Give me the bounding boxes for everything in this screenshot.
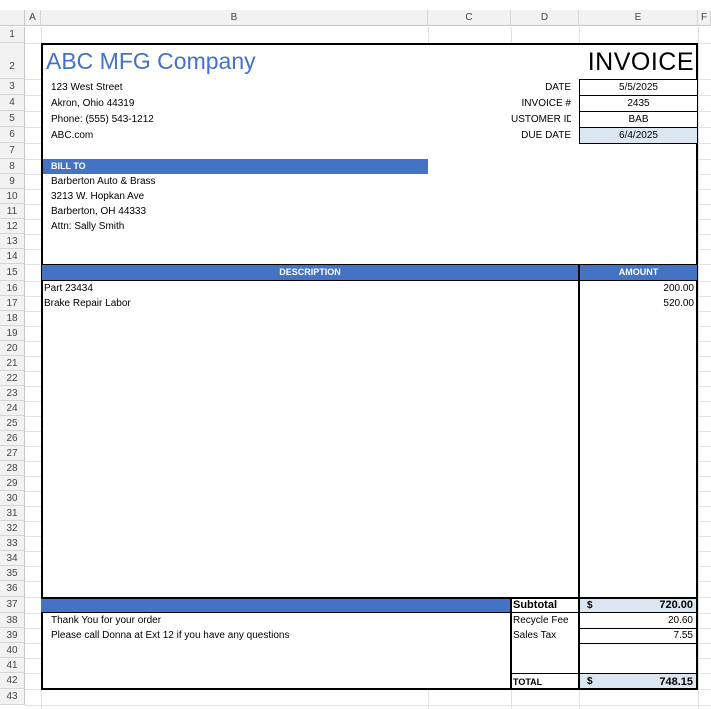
- row-header[interactable]: 17: [0, 296, 25, 311]
- row-header[interactable]: 40: [0, 643, 25, 658]
- row-header[interactable]: 30: [0, 491, 25, 506]
- item-description[interactable]: Part 23434: [44, 282, 93, 296]
- row-header[interactable]: 29: [0, 476, 25, 491]
- customer-id-value: BAB: [628, 114, 649, 125]
- recycle-fee-label: Recycle Fee: [513, 615, 569, 626]
- row-header[interactable]: 8: [0, 159, 25, 174]
- amount-column-divider: [578, 264, 580, 597]
- footer-band: [41, 597, 511, 613]
- total-value: 748.15: [659, 676, 693, 688]
- subtotal-label: Subtotal: [513, 599, 557, 611]
- contact-note[interactable]: Please call Donna at Ext 12 if you have …: [51, 629, 289, 643]
- row-header[interactable]: 34: [0, 551, 25, 566]
- row-header[interactable]: 18: [0, 311, 25, 326]
- column-header-c[interactable]: C: [428, 10, 511, 26]
- bill-to-name[interactable]: Barberton Auto & Brass: [51, 175, 156, 189]
- thank-you-note[interactable]: Thank You for your order: [51, 614, 161, 628]
- row-header[interactable]: 22: [0, 371, 25, 386]
- description-header[interactable]: DESCRIPTION: [41, 264, 579, 281]
- recycle-fee-value[interactable]: 20.60: [580, 614, 693, 628]
- row-header[interactable]: 42: [0, 673, 25, 689]
- row-header[interactable]: 13: [0, 234, 25, 249]
- column-header-a[interactable]: A: [25, 10, 41, 26]
- column-header-f[interactable]: F: [698, 10, 711, 26]
- company-web[interactable]: ABC.com: [51, 128, 93, 143]
- row-header[interactable]: 41: [0, 658, 25, 673]
- customer-id-label: USTOMER ID: [511, 114, 571, 125]
- row-header[interactable]: 19: [0, 326, 25, 341]
- subtotal-value: 720.00: [659, 599, 693, 611]
- row-header[interactable]: 11: [0, 204, 25, 219]
- row-header[interactable]: 24: [0, 401, 25, 416]
- row-header[interactable]: 31: [0, 506, 25, 521]
- row-header[interactable]: 21: [0, 356, 25, 371]
- row-header[interactable]: 1: [0, 27, 25, 43]
- column-header-e[interactable]: E: [579, 10, 698, 26]
- row-header[interactable]: 10: [0, 189, 25, 204]
- date-label: DATE: [545, 82, 571, 93]
- sales-tax-label: Sales Tax: [513, 630, 557, 641]
- invoice-number-label: INVOICE #: [521, 98, 571, 109]
- total-label: TOTAL: [513, 677, 543, 687]
- invoice-number-value: 2435: [627, 98, 650, 109]
- item-description[interactable]: Brake Repair Labor: [44, 297, 131, 311]
- row-header[interactable]: 7: [0, 143, 25, 159]
- row-header[interactable]: 38: [0, 613, 25, 628]
- company-name[interactable]: ABC MFG Company: [46, 46, 256, 76]
- bill-to-street[interactable]: 3213 W. Hopkan Ave: [51, 190, 144, 204]
- bill-to-city[interactable]: Barberton, OH 44333: [51, 205, 146, 219]
- row-header[interactable]: 32: [0, 521, 25, 536]
- row-header[interactable]: 39: [0, 628, 25, 643]
- row-header[interactable]: 12: [0, 219, 25, 234]
- row-header[interactable]: 4: [0, 95, 25, 111]
- row-header[interactable]: 26: [0, 431, 25, 446]
- column-header-d[interactable]: D: [511, 10, 579, 26]
- row-header[interactable]: 43: [0, 689, 25, 705]
- row-header[interactable]: 36: [0, 581, 25, 597]
- bill-to-header[interactable]: BILL TO: [43, 159, 428, 174]
- sales-tax-value[interactable]: 7.55: [580, 629, 693, 643]
- total-currency: $: [587, 676, 593, 687]
- item-amount[interactable]: 520.00: [581, 297, 694, 311]
- row-header[interactable]: 25: [0, 416, 25, 431]
- due-date-label: DUE DATE: [521, 130, 571, 141]
- row-header[interactable]: 14: [0, 249, 25, 264]
- item-amount[interactable]: 200.00: [581, 282, 694, 296]
- row-header[interactable]: 20: [0, 341, 25, 356]
- tax-rule: [578, 643, 698, 644]
- row-header[interactable]: 6: [0, 127, 25, 143]
- company-phone[interactable]: Phone: (555) 543-1212: [51, 112, 154, 127]
- row-header[interactable]: 28: [0, 461, 25, 476]
- select-all-corner[interactable]: [0, 10, 25, 26]
- amount-header[interactable]: AMOUNT: [579, 264, 698, 281]
- date-value: 5/5/2025: [619, 82, 658, 93]
- row-header[interactable]: 27: [0, 446, 25, 461]
- subtotal-currency: $: [587, 600, 593, 611]
- bill-to-attn[interactable]: Attn: Sally Smith: [51, 220, 124, 234]
- row-header[interactable]: 5: [0, 111, 25, 127]
- row-header[interactable]: 9: [0, 174, 25, 189]
- row-header[interactable]: 33: [0, 536, 25, 551]
- due-date-value: 6/4/2025: [619, 130, 658, 141]
- invoice-title[interactable]: INVOICE: [580, 47, 694, 77]
- row-header[interactable]: 2: [0, 43, 25, 79]
- company-street[interactable]: 123 West Street: [51, 80, 123, 95]
- row-header[interactable]: 15: [0, 264, 25, 281]
- subtotal-rule: [510, 612, 698, 613]
- row-header[interactable]: 3: [0, 79, 25, 95]
- row-header[interactable]: 23: [0, 386, 25, 401]
- row-header[interactable]: 37: [0, 597, 25, 613]
- column-header-b[interactable]: B: [41, 10, 428, 26]
- company-city[interactable]: Akron, Ohio 44319: [51, 96, 134, 111]
- row-header[interactable]: 16: [0, 281, 25, 296]
- row-header[interactable]: 35: [0, 566, 25, 581]
